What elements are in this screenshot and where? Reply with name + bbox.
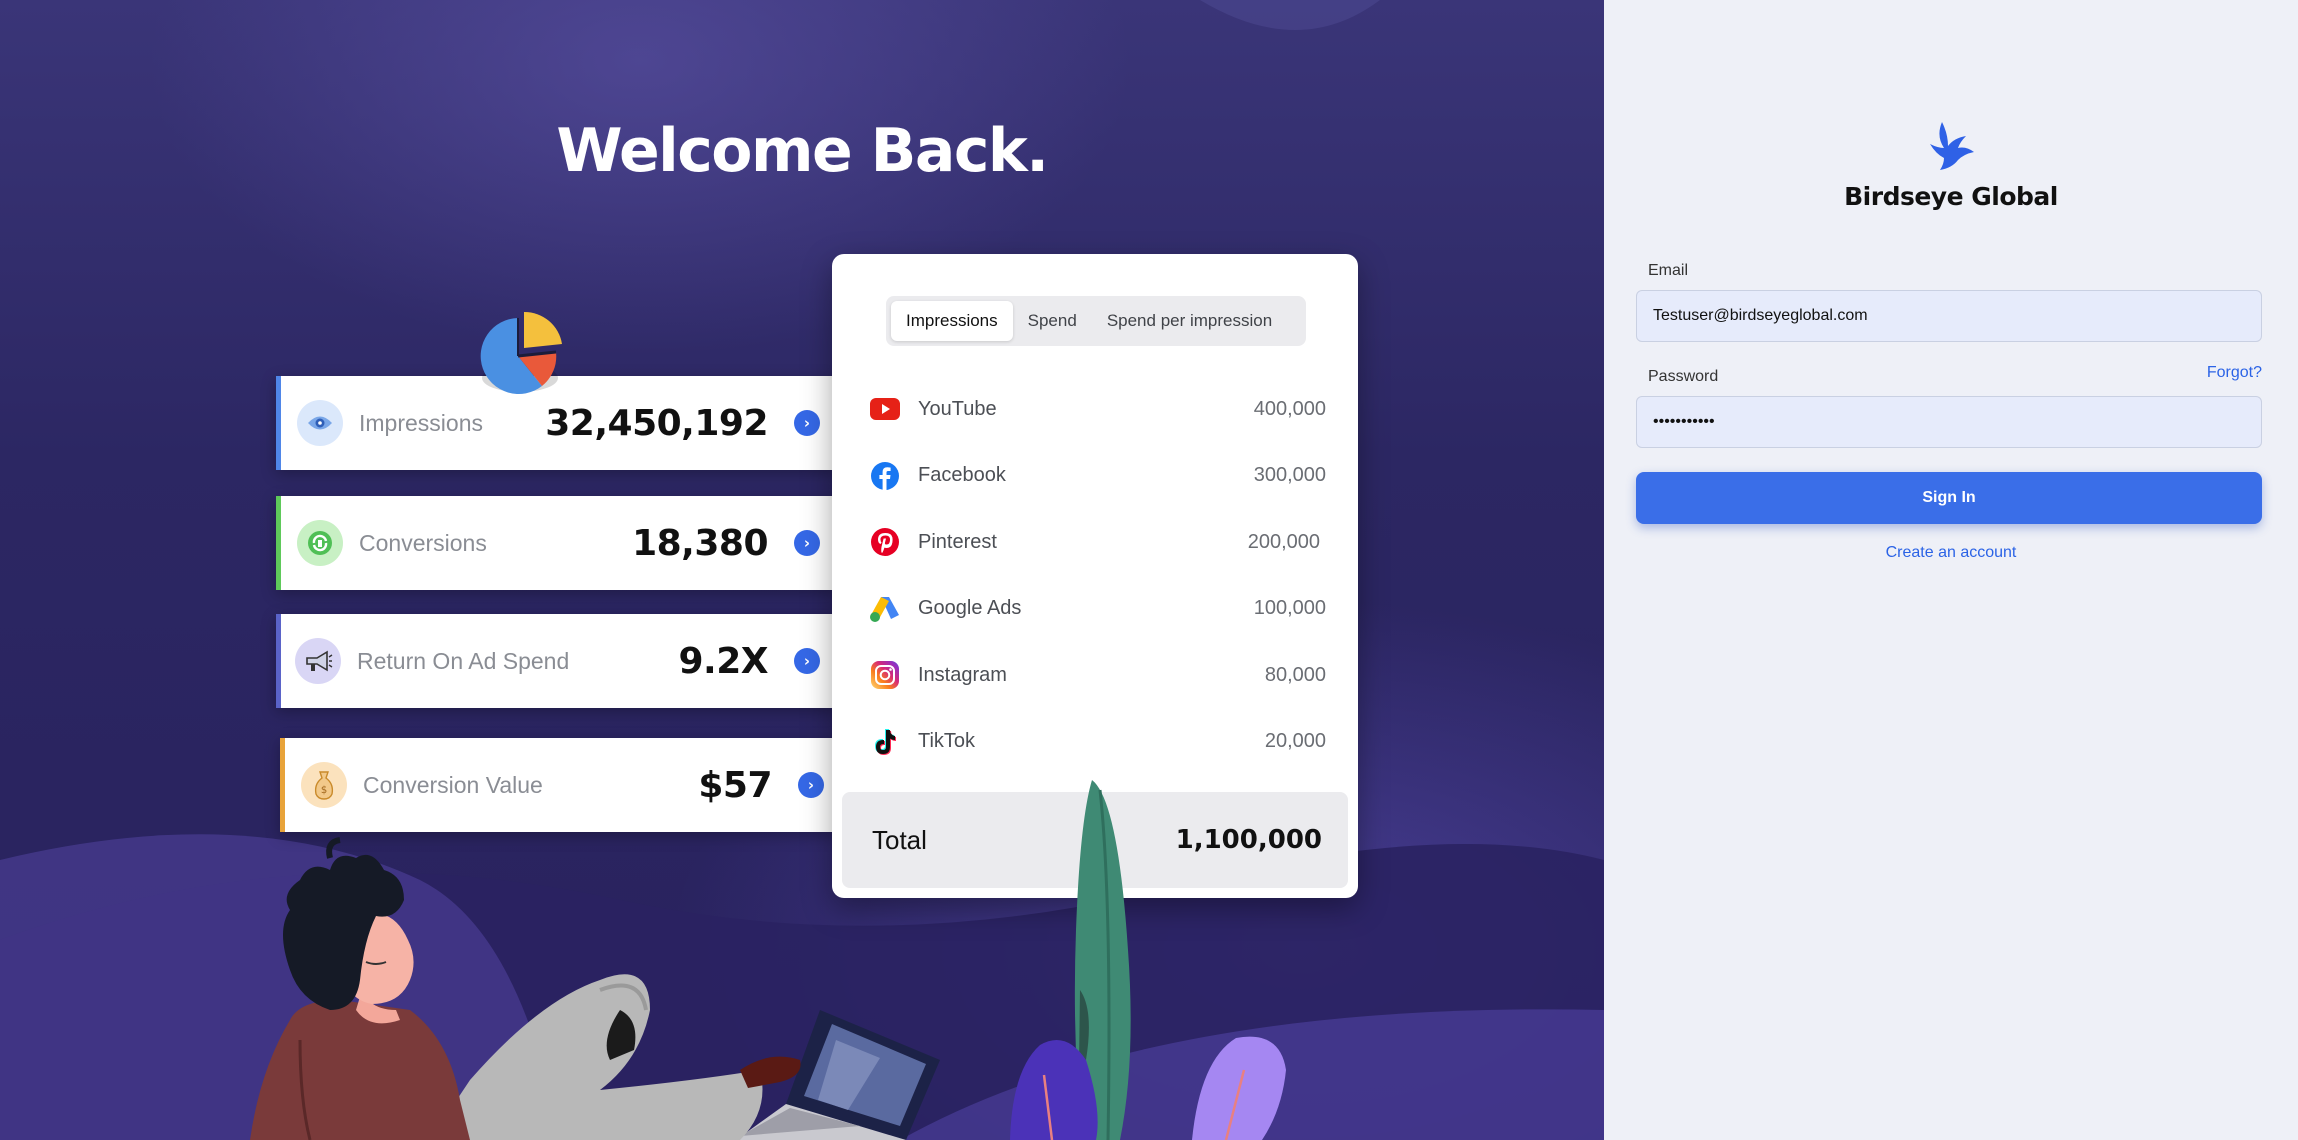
platform-value: 400,000 <box>1253 397 1326 420</box>
svg-text:$: $ <box>321 785 327 796</box>
metric-label: Impressions <box>359 409 483 436</box>
tab-spend[interactable]: Spend <box>1013 301 1092 341</box>
chevron-right-icon[interactable]: › <box>794 648 820 674</box>
bird-logo-icon <box>1930 122 1974 170</box>
forgot-password-link[interactable]: Forgot? <box>2207 364 2262 382</box>
list-item: Facebook 300,000 <box>868 443 1326 510</box>
google-ads-icon <box>868 592 902 626</box>
facebook-icon <box>868 459 902 493</box>
total-row: Total 1,100,000 <box>842 792 1348 888</box>
email-label: Email <box>1648 262 1689 279</box>
list-item: Instagram 80,000 <box>868 642 1326 709</box>
password-label: Password <box>1648 368 1719 385</box>
password-field[interactable] <box>1636 396 2262 448</box>
eye-icon <box>297 400 343 446</box>
platform-name: Google Ads <box>918 597 1022 620</box>
create-account-link[interactable]: Create an account <box>1886 544 2017 561</box>
instagram-icon <box>868 658 902 692</box>
hero-panel: Welcome Back. Impressions 32,450,192 › C… <box>0 0 1604 1140</box>
platform-value: 80,000 <box>1264 663 1326 686</box>
chevron-right-icon[interactable]: › <box>794 530 820 556</box>
metric-label: Return On Ad Spend <box>357 647 570 674</box>
platform-name: Instagram <box>918 663 1007 686</box>
youtube-icon <box>868 392 902 426</box>
platform-list: YouTube 400,000 Facebook 300,000 Pintere… <box>868 376 1326 775</box>
create-account-row: Create an account <box>1604 544 2298 562</box>
metric-tabs: Impressions Spend Spend per impression <box>886 296 1306 346</box>
metric-label: Conversion Value <box>363 771 543 798</box>
platform-table-card: Impressions Spend Spend per impression Y… <box>832 254 1358 898</box>
platform-value: 20,000 <box>1264 730 1326 753</box>
tab-spend-per-impression[interactable]: Spend per impression <box>1092 301 1287 341</box>
metric-card-conversion-value[interactable]: $ Conversion Value $57 › <box>280 738 840 832</box>
list-item: Pinterest 200,000 <box>868 509 1326 576</box>
megaphone-icon <box>295 638 341 684</box>
list-item: TikTok 20,000 <box>868 709 1326 776</box>
platform-value: 200,000 <box>1247 530 1320 553</box>
brand-name: Birdseye Global <box>1844 182 2058 211</box>
tab-impressions[interactable]: Impressions <box>891 301 1013 341</box>
metric-value: 9.2X <box>678 640 768 682</box>
list-item: Google Ads 100,000 <box>868 576 1326 643</box>
platform-name: YouTube <box>918 397 997 420</box>
welcome-heading: Welcome Back. <box>556 116 1049 186</box>
metric-value: 18,380 <box>632 522 768 564</box>
login-panel: Birdseye Global Email Password Forgot? S… <box>1604 0 2298 1140</box>
pie-chart-icon <box>480 311 562 394</box>
email-field[interactable] <box>1636 290 2262 342</box>
platform-name: Facebook <box>918 464 1006 487</box>
platform-name: TikTok <box>918 730 976 753</box>
platform-value: 100,000 <box>1253 597 1326 620</box>
sign-in-button[interactable]: Sign In <box>1636 472 2262 524</box>
conversion-icon <box>297 520 343 566</box>
metric-value: 32,450,192 <box>545 402 768 444</box>
metric-card-conversions[interactable]: Conversions 18,380 › <box>276 496 836 590</box>
total-label: Total <box>872 824 927 855</box>
chevron-right-icon[interactable]: › <box>794 410 820 436</box>
chevron-right-icon[interactable]: › <box>798 772 824 798</box>
money-bag-icon: $ <box>301 762 347 808</box>
pinterest-icon <box>868 525 902 559</box>
metric-label: Conversions <box>359 529 487 556</box>
list-item: YouTube 400,000 <box>868 376 1326 443</box>
platform-name: Pinterest <box>918 530 997 553</box>
tiktok-icon <box>868 725 902 759</box>
metric-card-return-on-ad-spend[interactable]: Return On Ad Spend 9.2X › <box>276 614 836 708</box>
metric-value: $57 <box>698 764 772 806</box>
total-value: 1,100,000 <box>1175 825 1322 855</box>
platform-value: 300,000 <box>1253 464 1326 487</box>
